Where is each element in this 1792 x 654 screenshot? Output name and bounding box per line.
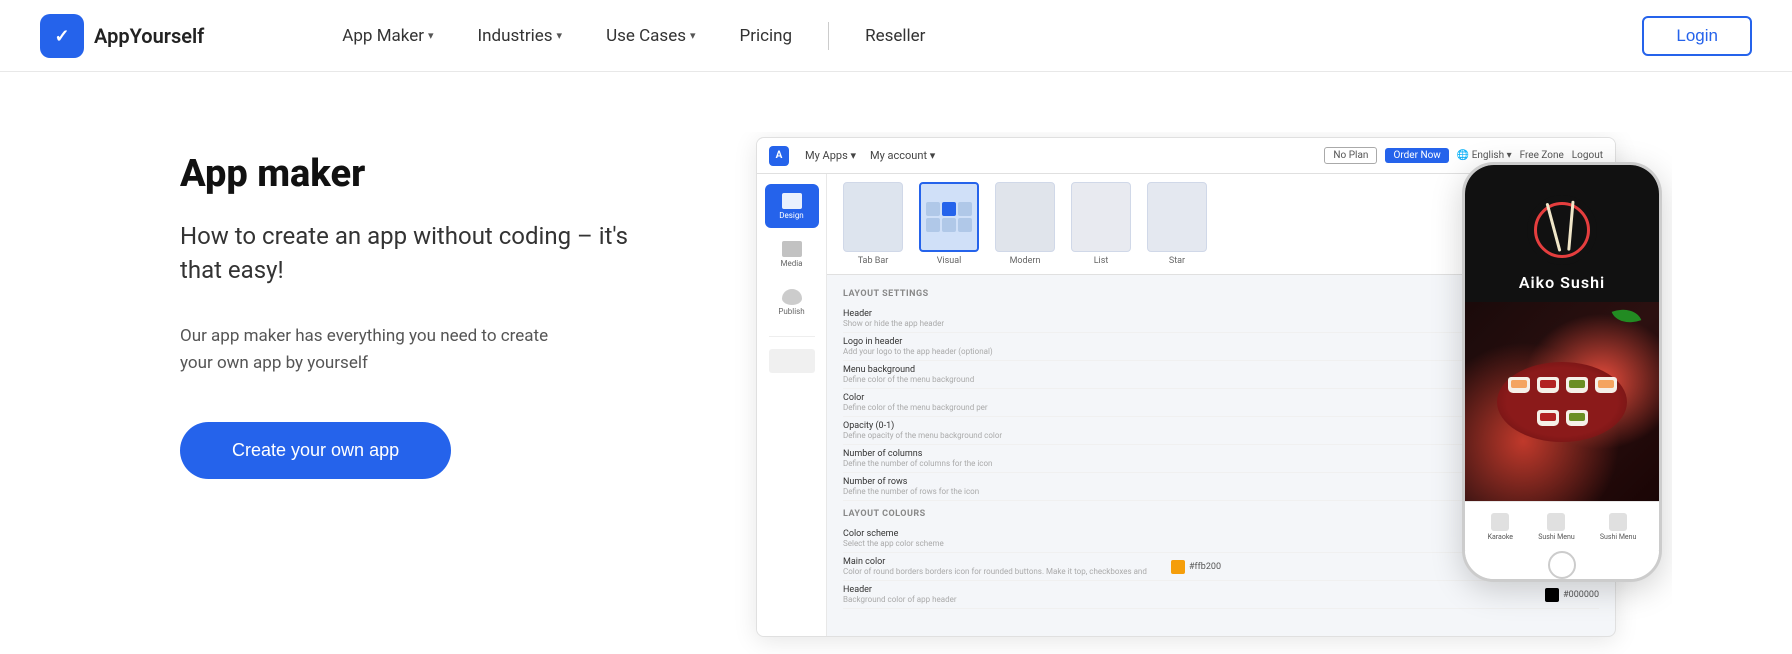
hero-text: App maker How to create an app without c…: [180, 132, 660, 479]
phone-screen: Aiko Sushi: [1465, 165, 1659, 551]
logo-icon: ✓: [40, 14, 84, 58]
mockup-btn-ordernow: Order Now: [1385, 148, 1448, 163]
settings-row-header-color: HeaderBackground color of app header #00…: [843, 581, 1599, 609]
phone-nav-sushi-menu: Sushi Menu: [1538, 513, 1574, 541]
phone-nav-karaoke: Karaoke: [1488, 513, 1513, 541]
header-right: Login: [1642, 16, 1752, 56]
sidebar-item-publish[interactable]: Publish: [765, 280, 819, 324]
nav-item-pricing[interactable]: Pricing: [722, 18, 811, 54]
sushi-piece-tuna: [1537, 377, 1559, 393]
mockup-logout: Logout: [1572, 150, 1603, 161]
nav-item-reseller[interactable]: Reseller: [847, 18, 943, 54]
phone-nav-sushi-menu2: Sushi Menu: [1600, 513, 1636, 541]
home-button[interactable]: [1548, 551, 1576, 579]
main-nav: App Maker ▾ Industries ▾ Use Cases ▾ Pri…: [324, 18, 943, 54]
nav-item-use-cases[interactable]: Use Cases ▾: [588, 18, 713, 54]
template-modern[interactable]: Modern: [995, 182, 1055, 266]
color-swatch-header[interactable]: [1545, 588, 1559, 602]
sushi-piece-salmon2: [1595, 377, 1617, 393]
nav-divider: [828, 22, 829, 50]
hero-subtitle: How to create an app without coding – it…: [180, 220, 660, 287]
login-button[interactable]: Login: [1642, 16, 1752, 56]
color-swatch-orange[interactable]: [1171, 560, 1185, 574]
nav-item-app-maker[interactable]: App Maker ▾: [324, 18, 451, 54]
sidebar-item-design[interactable]: Design: [765, 184, 819, 228]
hero-description: Our app maker has everything you need to…: [180, 323, 580, 377]
garnish-leaf: [1614, 307, 1644, 327]
sushi-logo: [1527, 195, 1597, 265]
hero-screenshot: A My Apps ▾ My account ▾ No Plan Order N…: [700, 132, 1672, 654]
sushi-piece-tuna2: [1537, 410, 1559, 426]
hero-title: App maker: [180, 152, 660, 196]
sushi-piece-avocado: [1566, 377, 1588, 393]
mockup-btn-noplan: No Plan: [1324, 147, 1377, 164]
brand-name: AppYourself: [94, 24, 204, 48]
chevron-down-icon: ▾: [690, 29, 696, 42]
sushi-background: [1465, 302, 1659, 501]
phone-home-bar: [1465, 551, 1659, 579]
sidebar-item-media[interactable]: Media: [765, 232, 819, 276]
template-visual[interactable]: Visual: [919, 182, 979, 266]
template-list[interactable]: List: [1071, 182, 1131, 266]
mockup-topbar-nav: My Apps ▾ My account ▾: [805, 149, 935, 162]
nav-item-industries[interactable]: Industries ▾: [460, 18, 581, 54]
phone-food-image: [1465, 302, 1659, 501]
restaurant-name: Aiko Sushi: [1519, 273, 1605, 292]
phone-mockup: Aiko Sushi: [1462, 162, 1662, 582]
mockup-sidebar: Design Media Publish: [757, 174, 827, 637]
mockup-lang: 🌐 English ▾: [1457, 150, 1512, 161]
svg-text:✓: ✓: [54, 26, 69, 47]
mockup-logo: A: [769, 146, 789, 166]
header: ✓ AppYourself App Maker ▾ Industries ▾ U…: [0, 0, 1792, 72]
main-content: App maker How to create an app without c…: [0, 72, 1792, 654]
sushi-piece-avocado2: [1566, 410, 1588, 426]
mockup-freezone: Free Zone: [1520, 150, 1564, 161]
phone-logo-area: Aiko Sushi: [1465, 165, 1659, 302]
chevron-down-icon: ▾: [428, 29, 434, 42]
cta-button[interactable]: Create your own app: [180, 422, 451, 479]
template-tab-bar[interactable]: Tab Bar: [843, 182, 903, 266]
logo-area: ✓ AppYourself: [40, 14, 204, 58]
sushi-piece-salmon: [1508, 377, 1530, 393]
mockup-nav-myaccount: My account ▾: [870, 149, 935, 162]
phone-bottom-nav: Karaoke Sushi Menu Sushi Menu: [1465, 501, 1659, 551]
template-star[interactable]: Star: [1147, 182, 1207, 266]
mockup-nav-myapps: My Apps ▾: [805, 149, 856, 162]
chevron-down-icon: ▾: [557, 29, 563, 42]
